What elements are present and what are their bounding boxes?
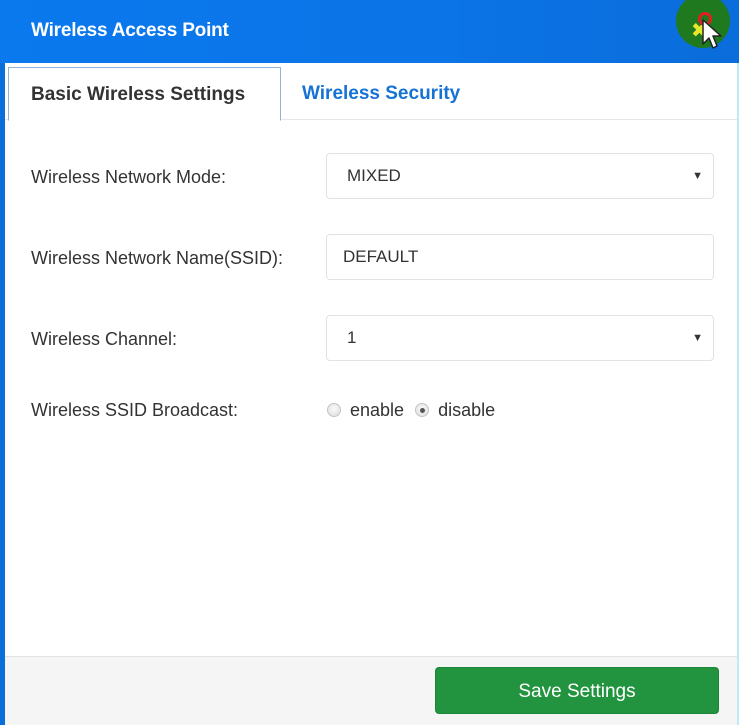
ssid-broadcast-row: Wireless SSID Broadcast: enable disable: [5, 386, 737, 434]
ssid-broadcast-label: Wireless SSID Broadcast:: [31, 400, 239, 420]
network-mode-value: MIXED: [347, 166, 401, 185]
channel-row: Wireless Channel: 1 ▼: [5, 315, 737, 363]
ssid-value: DEFAULT: [343, 247, 419, 266]
tab-wireless-security[interactable]: Wireless Security: [280, 67, 482, 120]
dialog-footer: Save Settings: [5, 656, 737, 725]
channel-label: Wireless Channel:: [31, 329, 178, 349]
close-button[interactable]: ✖: [676, 0, 730, 49]
network-mode-label: Wireless Network Mode:: [31, 167, 227, 187]
disable-radio-label[interactable]: disable: [438, 400, 495, 421]
network-mode-select[interactable]: MIXED ▼: [326, 153, 714, 199]
title-bar: Wireless Access Point ✖: [0, 0, 739, 63]
ssid-row: Wireless Network Name(SSID): DEFAULT: [5, 234, 737, 282]
dialog-title: Wireless Access Point: [31, 20, 229, 41]
save-settings-button[interactable]: Save Settings: [435, 667, 719, 714]
chevron-down-icon: ▼: [692, 170, 703, 182]
ssid-broadcast-radio-group: enable disable: [327, 386, 506, 434]
tab-basic-wireless-settings[interactable]: Basic Wireless Settings: [8, 67, 281, 121]
ssid-label: Wireless Network Name(SSID):: [31, 248, 284, 268]
tab-bar: Basic Wireless Settings Wireless Securit…: [5, 63, 737, 121]
mouse-pointer-icon: [702, 19, 722, 49]
channel-value: 1: [347, 328, 357, 347]
enable-radio-label[interactable]: enable: [350, 400, 404, 421]
ssid-input[interactable]: DEFAULT: [326, 234, 714, 280]
channel-select[interactable]: 1 ▼: [326, 315, 714, 361]
enable-radio[interactable]: [327, 403, 341, 417]
wireless-access-point-dialog: Wireless Access Point ✖ Basic Wireless S…: [0, 0, 739, 725]
chevron-down-icon: ▼: [692, 332, 703, 344]
disable-radio[interactable]: [415, 403, 430, 417]
network-mode-row: Wireless Network Mode: MIXED ▼: [5, 153, 737, 201]
